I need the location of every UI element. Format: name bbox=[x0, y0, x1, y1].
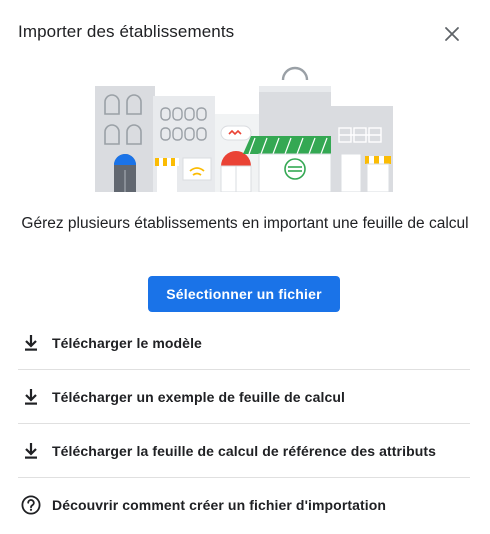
learn-import-file-link[interactable]: Découvrir comment créer un fichier d'imp… bbox=[18, 478, 470, 532]
link-label: Découvrir comment créer un fichier d'imp… bbox=[52, 497, 387, 513]
help-circle-icon bbox=[20, 494, 42, 516]
link-label: Télécharger le modèle bbox=[52, 334, 202, 351]
download-attributes-reference-link[interactable]: Télécharger la feuille de calcul de réfé… bbox=[18, 424, 470, 478]
link-label: Télécharger un exemple de feuille de cal… bbox=[52, 388, 345, 405]
link-label: Télécharger la feuille de calcul de réfé… bbox=[52, 442, 437, 459]
dialog-title: Importer des établissements bbox=[18, 22, 235, 41]
download-template-link[interactable]: Télécharger le modèle bbox=[18, 316, 470, 370]
close-button[interactable] bbox=[438, 20, 466, 48]
close-icon bbox=[445, 27, 459, 41]
resource-links-list: Télécharger le modèle Télécharger un exe… bbox=[18, 316, 470, 532]
storefronts-illustration bbox=[95, 66, 393, 192]
download-sample-link[interactable]: Télécharger un exemple de feuille de cal… bbox=[18, 370, 470, 424]
dialog-description: Gérez plusieurs établissements en import… bbox=[21, 215, 469, 232]
download-icon bbox=[20, 332, 42, 354]
import-locations-dialog: Importer des établissements Gérez plusie… bbox=[0, 0, 490, 534]
download-icon bbox=[20, 440, 42, 462]
download-icon bbox=[20, 386, 42, 408]
select-file-button[interactable]: Sélectionner un fichier bbox=[148, 276, 340, 312]
